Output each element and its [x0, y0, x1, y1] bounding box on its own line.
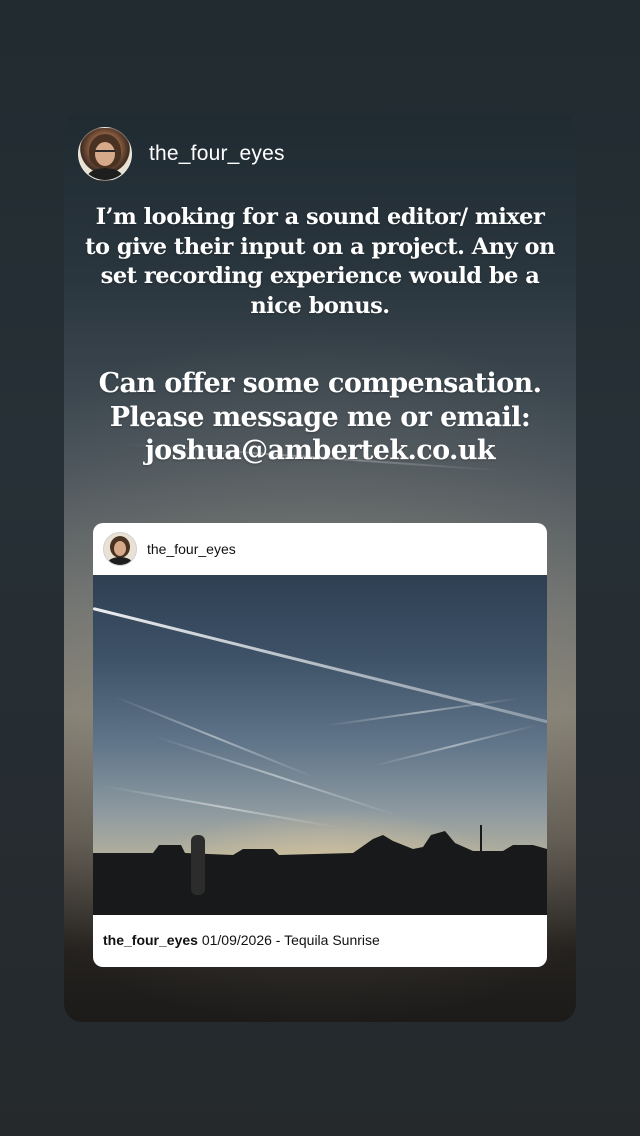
- story-username[interactable]: the_four_eyes: [149, 142, 285, 166]
- cloud-wisp: [112, 695, 318, 780]
- post-username[interactable]: the_four_eyes: [147, 541, 236, 557]
- rooftop-silhouette: [93, 825, 547, 915]
- profile-avatar[interactable]: [78, 127, 132, 181]
- caption-text: 01/09/2026 - Tequila Sunrise: [201, 932, 380, 948]
- story-card[interactable]: the_four_eyes I’m looking for a sound ed…: [64, 113, 576, 1022]
- cloud-wisp: [152, 735, 401, 818]
- cloud-wisp: [372, 723, 539, 767]
- contrail: [93, 607, 547, 727]
- post-avatar[interactable]: [103, 532, 137, 566]
- cloud-wisp: [102, 785, 340, 829]
- story-text-request: I’m looking for a sound editor/ mixer to…: [85, 204, 555, 319]
- shared-post-card[interactable]: the_four_eyes the_four_eyes 01/09/2026 -…: [93, 523, 547, 967]
- post-caption: the_four_eyes 01/09/2026 - Tequila Sunri…: [103, 932, 380, 948]
- story-header: the_four_eyes: [78, 127, 285, 181]
- story-text-contact: Can offer some compensation. Please mess…: [98, 368, 542, 466]
- post-photo-sunset-sky[interactable]: [93, 575, 547, 915]
- caption-username[interactable]: the_four_eyes: [103, 932, 198, 948]
- cloud-wisp: [322, 697, 522, 727]
- post-header: the_four_eyes: [93, 523, 547, 575]
